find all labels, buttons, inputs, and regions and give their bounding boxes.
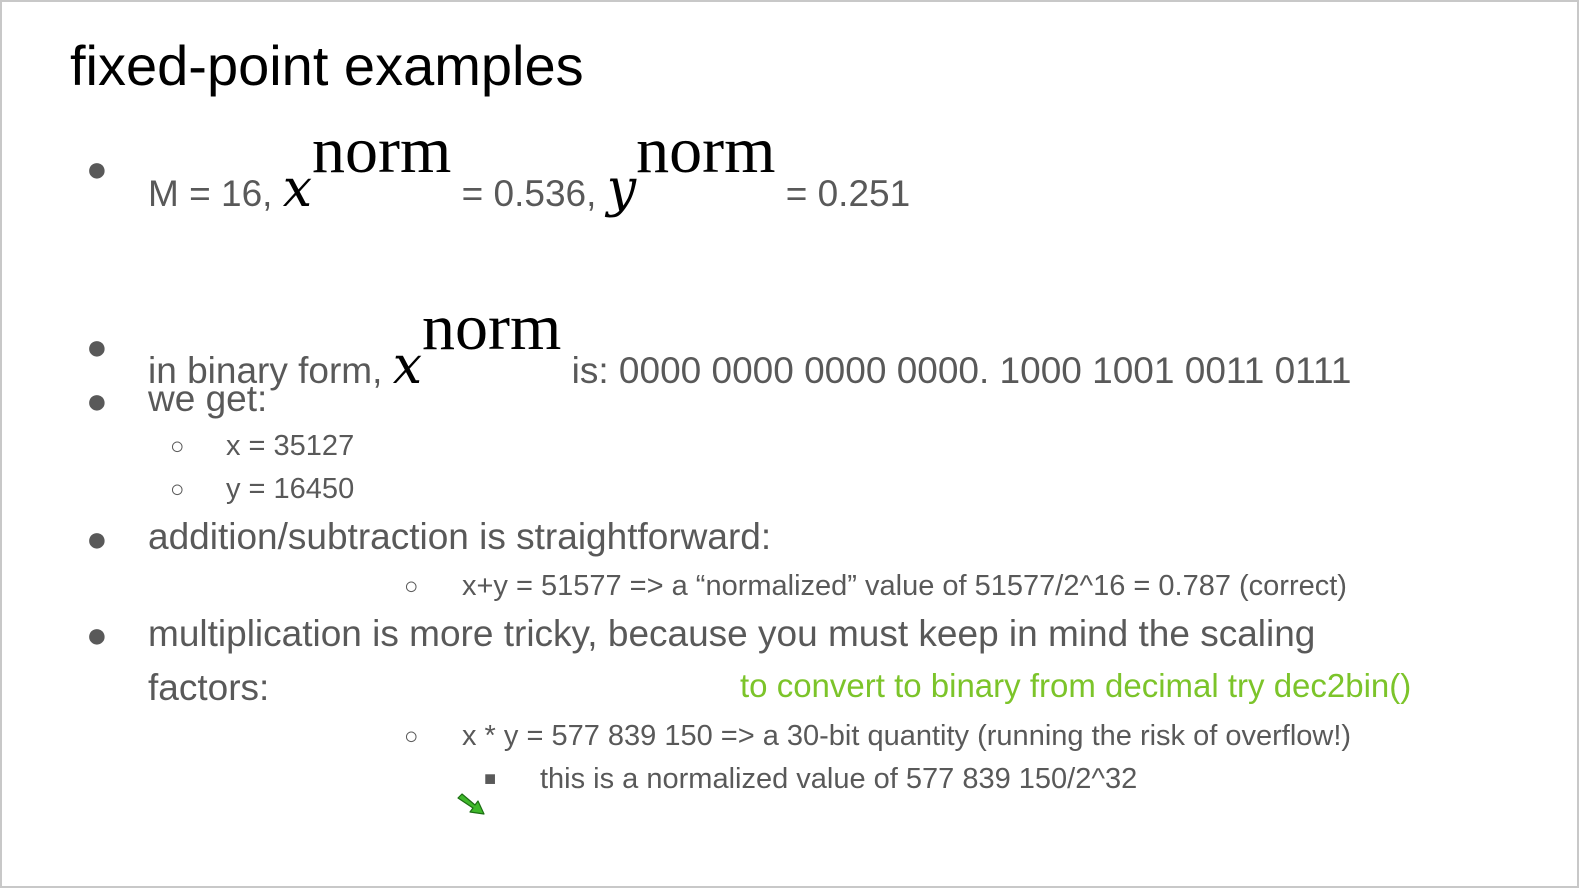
text-binary-value: is: 0000 0000 0000 0000. 1000 1001 0011 … (571, 350, 1352, 391)
bullet-line-m: M = 16, xnorm = 0.536, ynorm = 0.251 (148, 114, 911, 223)
math-norm-superscript: norm (422, 291, 562, 364)
bullet-line-we-get: we get: (148, 378, 268, 419)
sub-sub-bullet-icon: ■ (484, 768, 497, 790)
sub-bullet-icon: ○ (170, 476, 185, 503)
bullet-icon: ● (86, 614, 108, 655)
math-norm-superscript: norm (636, 114, 776, 187)
sub-bullet-icon: ○ (170, 433, 185, 460)
bullet-line-addition: addition/subtraction is straightforward: (148, 516, 772, 557)
sub-bullet-icon: ○ (404, 723, 419, 750)
math-x: x (282, 159, 313, 219)
bullet-icon: ● (86, 148, 108, 189)
bullet-icon: ● (86, 326, 108, 367)
bullet-line-multiplication: multiplication is more tricky, because y… (148, 613, 1316, 654)
green-arrow-icon (457, 793, 485, 815)
bullet-icon: ● (86, 380, 108, 421)
sub-bullet-icon: ○ (404, 573, 419, 600)
sub-line-product: x * y = 577 839 150 => a 30-bit quantity… (462, 720, 1352, 752)
sub-sub-line-normalized: this is a normalized value of 577 839 15… (540, 763, 1138, 795)
sub-line-y: y = 16450 (226, 473, 355, 505)
math-norm-superscript: norm (312, 114, 452, 187)
bullet-line-multiplication-cont: factors: (148, 667, 270, 708)
text-m-value: M = 16, (148, 173, 273, 214)
sub-line-x: x = 35127 (226, 430, 355, 462)
sub-line-sum: x+y = 51577 => a “normalized” value of 5… (462, 570, 1347, 602)
bullet-icon: ● (86, 518, 108, 559)
bullet-line-binary: in binary form, xnorm is: 0000 0000 0000… (148, 291, 1352, 400)
text-x-value: = 0.536, (461, 173, 597, 214)
slide-title: fixed-point examples (70, 34, 584, 97)
math-y: y (606, 159, 637, 219)
slide: fixed-point examples ● M = 16, xnorm = 0… (0, 0, 1579, 888)
note-dec2bin: to convert to binary from decimal try de… (740, 667, 1412, 704)
text-y-value: = 0.251 (785, 173, 911, 214)
math-x: x (392, 336, 423, 396)
